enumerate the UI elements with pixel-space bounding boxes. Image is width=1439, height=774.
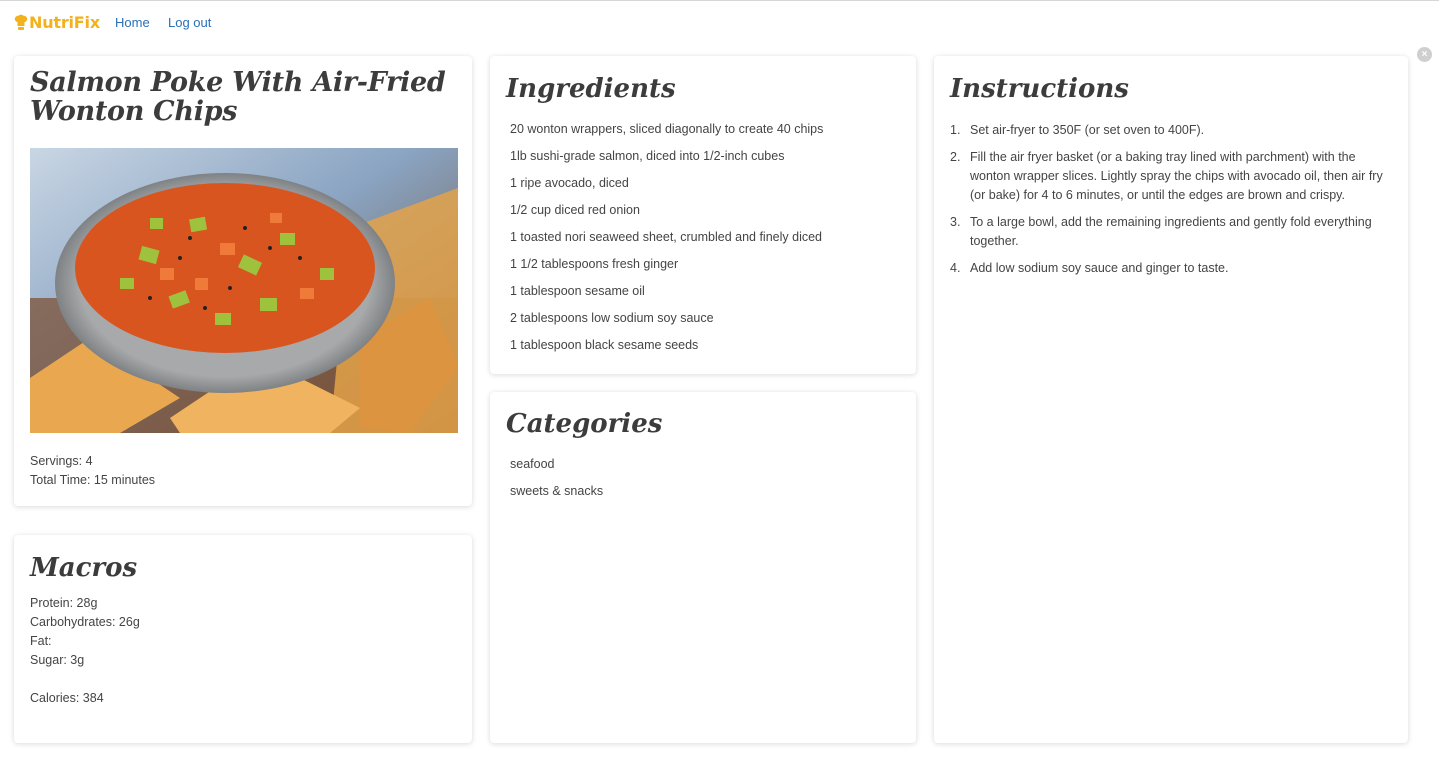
ingredient-item: 1 1/2 tablespoons fresh ginger bbox=[510, 257, 679, 271]
instruction-step: 3. To a large bowl, add the remaining in… bbox=[950, 213, 1390, 251]
instruction-step: 4. Add low sodium soy sauce and ginger t… bbox=[950, 259, 1390, 278]
step-number: 2. bbox=[950, 150, 961, 164]
instructions-card: Instructions 1. Set air-fryer to 350F (o… bbox=[934, 56, 1408, 743]
ingredient-item: 1 toasted nori seaweed sheet, crumbled a… bbox=[510, 230, 822, 244]
ingredient-item: 1 ripe avocado, diced bbox=[510, 176, 629, 190]
navbar: NutriFix Home Log out bbox=[0, 1, 1439, 45]
category-item[interactable]: sweets & snacks bbox=[510, 482, 603, 509]
nav-home-link[interactable]: Home bbox=[115, 15, 150, 30]
recipe-title: Salmon Poke With Air-Fried Wonton Chips bbox=[30, 67, 446, 127]
step-number: 1. bbox=[950, 123, 961, 137]
macros-title: Macros bbox=[30, 553, 138, 583]
ingredients-title: Ingredients bbox=[506, 74, 676, 104]
categories-title: Categories bbox=[506, 409, 663, 439]
chef-hat-icon bbox=[14, 14, 28, 32]
step-text: Add low sodium soy sauce and ginger to t… bbox=[970, 261, 1229, 275]
instruction-step: 1. Set air-fryer to 350F (or set oven to… bbox=[950, 121, 1390, 140]
instruction-step: 2. Fill the air fryer basket (or a bakin… bbox=[950, 148, 1390, 205]
macro-carbohydrates: Carbohydrates: 26g bbox=[30, 615, 140, 629]
step-text: To a large bowl, add the remaining ingre… bbox=[970, 215, 1372, 248]
step-number: 4. bbox=[950, 261, 961, 275]
nav-logout-link[interactable]: Log out bbox=[168, 15, 211, 30]
macro-protein: Protein: 28g bbox=[30, 596, 98, 610]
instructions-list: 1. Set air-fryer to 350F (or set oven to… bbox=[950, 121, 1390, 286]
brand-name: NutriFix bbox=[29, 13, 100, 32]
macros-card: Macros Protein: 28g Carbohydrates: 26g F… bbox=[14, 535, 472, 743]
servings: Servings: 4 bbox=[30, 454, 93, 468]
ingredients-card: Ingredients 20 wonton wrappers, sliced d… bbox=[490, 56, 916, 374]
recipe-photo bbox=[30, 148, 458, 433]
ingredient-item: 1 tablespoon black sesame seeds bbox=[510, 338, 699, 352]
step-number: 3. bbox=[950, 215, 961, 229]
macro-calories: Calories: 384 bbox=[30, 691, 104, 705]
ingredient-item: 20 wonton wrappers, sliced diagonally to… bbox=[510, 122, 824, 136]
categories-card: Categories seafood sweets & snacks bbox=[490, 392, 916, 743]
ingredient-item: 1 tablespoon sesame oil bbox=[510, 284, 645, 298]
total-time: Total Time: 15 minutes bbox=[30, 473, 156, 487]
macro-fat: Fat: bbox=[30, 634, 52, 648]
ingredient-item: 1lb sushi-grade salmon, diced into 1/2-i… bbox=[510, 149, 785, 163]
categories-list: seafood sweets & snacks bbox=[510, 455, 603, 509]
ingredient-item: 1/2 cup diced red onion bbox=[510, 203, 640, 217]
recipe-card: Salmon Poke With Air-Fried Wonton Chips bbox=[14, 56, 472, 506]
close-icon[interactable]: × bbox=[1417, 47, 1432, 62]
ingredient-item: 2 tablespoons low sodium soy sauce bbox=[510, 311, 714, 325]
category-item[interactable]: seafood bbox=[510, 455, 603, 482]
brand[interactable]: NutriFix bbox=[14, 13, 100, 32]
step-text: Fill the air fryer basket (or a baking t… bbox=[970, 150, 1383, 202]
ingredients-list: 20 wonton wrappers, sliced diagonally to… bbox=[510, 120, 823, 363]
step-text: Set air-fryer to 350F (or set oven to 40… bbox=[970, 123, 1205, 137]
macro-sugar: Sugar: 3g bbox=[30, 653, 85, 667]
instructions-title: Instructions bbox=[950, 74, 1129, 104]
